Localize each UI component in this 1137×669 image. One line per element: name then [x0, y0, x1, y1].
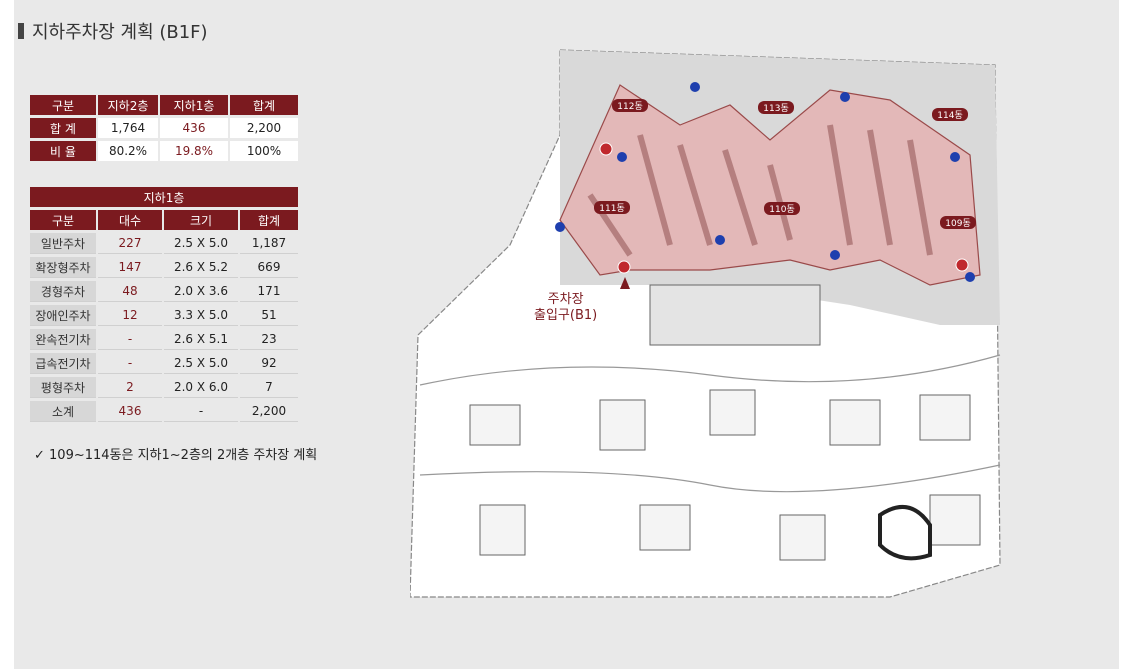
row-total: 23: [240, 329, 298, 350]
page-title-text: 지하주차장 계획 (B1F): [32, 22, 208, 43]
row-total: 7: [240, 377, 298, 398]
row-count: 2: [98, 377, 162, 398]
table-row: 일반주차 227 2.5 X 5.0 1,187: [30, 233, 298, 254]
summary-cell: 80.2%: [98, 141, 158, 161]
row-type: 장애인주차: [30, 305, 96, 326]
row-size: -: [164, 401, 238, 422]
row-count: -: [98, 329, 162, 350]
row-total: 669: [240, 257, 298, 278]
row-total: 171: [240, 281, 298, 302]
building-label: 114동: [937, 110, 962, 121]
site-plan-map: 112동 113동 114동 111동 110동 109동: [410, 49, 1001, 598]
building-label: 110동: [769, 204, 794, 215]
b1-header: 합계: [240, 210, 298, 230]
entrance-label-line1: 주차장: [547, 292, 584, 307]
row-size: 2.0 X 6.0: [164, 377, 238, 398]
blue-marker-icon: [690, 82, 700, 92]
summary-header: 합계: [230, 95, 298, 115]
table-row: 완속전기차 - 2.6 X 5.1 23: [30, 329, 298, 350]
row-total: 51: [240, 305, 298, 326]
row-type: 급속전기차: [30, 353, 96, 374]
row-total: 2,200: [240, 401, 298, 422]
blue-marker-icon: [840, 92, 850, 102]
summary-cell: 100%: [230, 141, 298, 161]
building-label: 109동: [945, 218, 970, 229]
b1-table-title: 지하1층: [30, 187, 298, 207]
blue-marker-icon: [555, 222, 565, 232]
row-type: 완속전기차: [30, 329, 96, 350]
table-row: 급속전기차 - 2.5 X 5.0 92: [30, 353, 298, 374]
star-marker-icon: [955, 258, 969, 272]
table-row: 평형주차 2 2.0 X 6.0 7: [30, 377, 298, 398]
entrance-label-line2: 출입구(B1): [534, 308, 598, 323]
blue-marker-icon: [715, 235, 725, 245]
row-total: 1,187: [240, 233, 298, 254]
summary-header: 구분: [30, 95, 96, 115]
row-count: -: [98, 353, 162, 374]
summary-cell: 436: [160, 118, 228, 138]
building-label: 113동: [763, 103, 788, 114]
table-row: 경형주차 48 2.0 X 3.6 171: [30, 281, 298, 302]
summary-cell: 1,764: [98, 118, 158, 138]
blue-marker-icon: [950, 152, 960, 162]
row-type: 경형주차: [30, 281, 96, 302]
summary-table: 구분 지하2층 지하1층 합계 합 계 1,764 436 2,200 비 율 …: [28, 92, 300, 164]
entrance-label: 주차장 출입구(B1): [534, 292, 597, 324]
table-row: 확장형주차 147 2.6 X 5.2 669: [30, 257, 298, 278]
table-row: 장애인주차 12 3.3 X 5.0 51: [30, 305, 298, 326]
summary-row-total: 합 계 1,764 436 2,200: [30, 118, 298, 138]
blue-marker-icon: [830, 250, 840, 260]
plan-note: ✓ 109~114동은 지하1~2층의 2개층 주차장 계획: [34, 448, 318, 463]
row-count: 12: [98, 305, 162, 326]
row-count: 48: [98, 281, 162, 302]
row-size: 2.0 X 3.6: [164, 281, 238, 302]
row-size: 2.6 X 5.1: [164, 329, 238, 350]
b1-table: 지하1층 구분 대수 크기 합계 일반주차 227 2.5 X 5.0 1,18…: [28, 184, 300, 425]
row-size: 2.5 X 5.0: [164, 233, 238, 254]
summary-cell: 19.8%: [160, 141, 228, 161]
building-label: 111동: [599, 203, 624, 214]
title-bar-icon: [18, 23, 24, 39]
blue-marker-icon: [617, 152, 627, 162]
b1-header: 크기: [164, 210, 238, 230]
blue-marker-icon: [965, 272, 975, 282]
summary-label: 합 계: [30, 118, 96, 138]
b1-header: 대수: [98, 210, 162, 230]
star-marker-icon: [617, 260, 631, 274]
row-count: 436: [98, 401, 162, 422]
summary-cell: 2,200: [230, 118, 298, 138]
row-total: 92: [240, 353, 298, 374]
summary-header: 지하2층: [98, 95, 158, 115]
building-label: 112동: [617, 101, 642, 112]
row-size: 2.5 X 5.0: [164, 353, 238, 374]
row-type: 일반주차: [30, 233, 96, 254]
row-size: 2.6 X 5.2: [164, 257, 238, 278]
summary-header: 지하1층: [160, 95, 228, 115]
row-type: 소계: [30, 401, 96, 422]
star-marker-icon: [599, 142, 613, 156]
page-title: 지하주차장 계획 (B1F): [18, 18, 208, 44]
table-row-subtotal: 소계 436 - 2,200: [30, 401, 298, 422]
row-count: 227: [98, 233, 162, 254]
content-panel: 지하주차장 계획 (B1F) 구분 지하2층 지하1층 합계 합 계 1,764…: [14, 0, 1119, 669]
summary-label: 비 율: [30, 141, 96, 161]
row-size: 3.3 X 5.0: [164, 305, 238, 326]
row-type: 평형주차: [30, 377, 96, 398]
row-type: 확장형주차: [30, 257, 96, 278]
b1-header: 구분: [30, 210, 96, 230]
row-count: 147: [98, 257, 162, 278]
summary-row-ratio: 비 율 80.2% 19.8% 100%: [30, 141, 298, 161]
